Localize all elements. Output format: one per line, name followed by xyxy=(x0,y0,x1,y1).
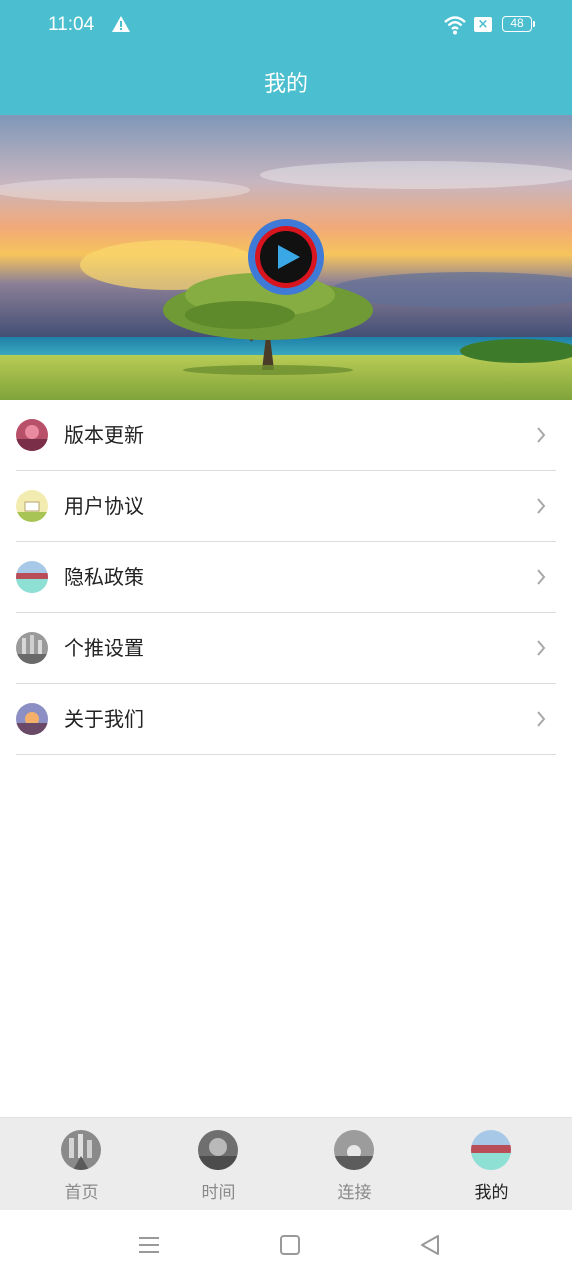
menu-item-push-settings[interactable]: 个推设置 xyxy=(16,613,556,684)
menu-item-user-agreement[interactable]: 用户协议 xyxy=(16,471,556,542)
menu-item-label: 隐私政策 xyxy=(64,565,144,589)
menu-item-privacy-policy[interactable]: 隐私政策 xyxy=(16,542,556,613)
menu-item-about-us[interactable]: 关于我们 xyxy=(16,684,556,755)
menu-item-label: 版本更新 xyxy=(64,423,144,447)
connect-tab-icon xyxy=(334,1130,374,1170)
app-header: 11:04 × 48 我的 xyxy=(0,0,572,115)
menu-item-label: 用户协议 xyxy=(64,494,144,518)
menu-item-version-update[interactable]: 版本更新 xyxy=(16,400,556,471)
back-nav-icon[interactable] xyxy=(418,1232,444,1258)
push-settings-thumbnail xyxy=(16,632,48,664)
menu-item-label: 关于我们 xyxy=(64,707,144,731)
tab-label: 首页 xyxy=(64,1183,99,1203)
user-agreement-thumbnail xyxy=(16,490,48,522)
tab-connect[interactable]: 连接 xyxy=(283,1118,426,1210)
tab-mine[interactable]: 我的 xyxy=(420,1118,563,1210)
time-tab-icon xyxy=(198,1130,238,1170)
tab-label: 时间 xyxy=(201,1183,236,1203)
menu-nav-icon[interactable] xyxy=(136,1232,162,1258)
home-nav-icon[interactable] xyxy=(277,1232,303,1258)
menu-item-label: 个推设置 xyxy=(64,636,144,660)
chevron-right-icon xyxy=(537,711,546,727)
home-tab-icon xyxy=(61,1130,101,1170)
tab-label: 连接 xyxy=(337,1183,372,1203)
privacy-policy-thumbnail xyxy=(16,561,48,593)
play-button[interactable] xyxy=(248,219,324,295)
tab-label: 我的 xyxy=(474,1183,509,1203)
warning-icon xyxy=(112,16,130,32)
chevron-right-icon xyxy=(537,569,546,585)
system-navigation-bar xyxy=(0,1210,572,1280)
chevron-right-icon xyxy=(537,427,546,443)
page-title: 我的 xyxy=(263,72,308,97)
bottom-tab-bar: 首页 时间 连接 我的 xyxy=(0,1117,572,1210)
status-time: 11:04 xyxy=(48,14,95,35)
chevron-right-icon xyxy=(537,640,546,656)
tab-home[interactable]: 首页 xyxy=(10,1118,153,1210)
mine-tab-icon xyxy=(471,1130,511,1170)
settings-menu: 版本更新 用户协议 隐私政策 个推设置 关于我们 xyxy=(0,400,572,755)
version-update-thumbnail xyxy=(16,419,48,451)
tab-time[interactable]: 时间 xyxy=(147,1118,290,1210)
sim-icon: × xyxy=(474,17,492,32)
wifi-icon xyxy=(444,16,466,35)
chevron-right-icon xyxy=(537,498,546,514)
about-us-thumbnail xyxy=(16,703,48,735)
banner-image xyxy=(0,115,572,400)
battery-icon: 48 xyxy=(502,16,535,32)
